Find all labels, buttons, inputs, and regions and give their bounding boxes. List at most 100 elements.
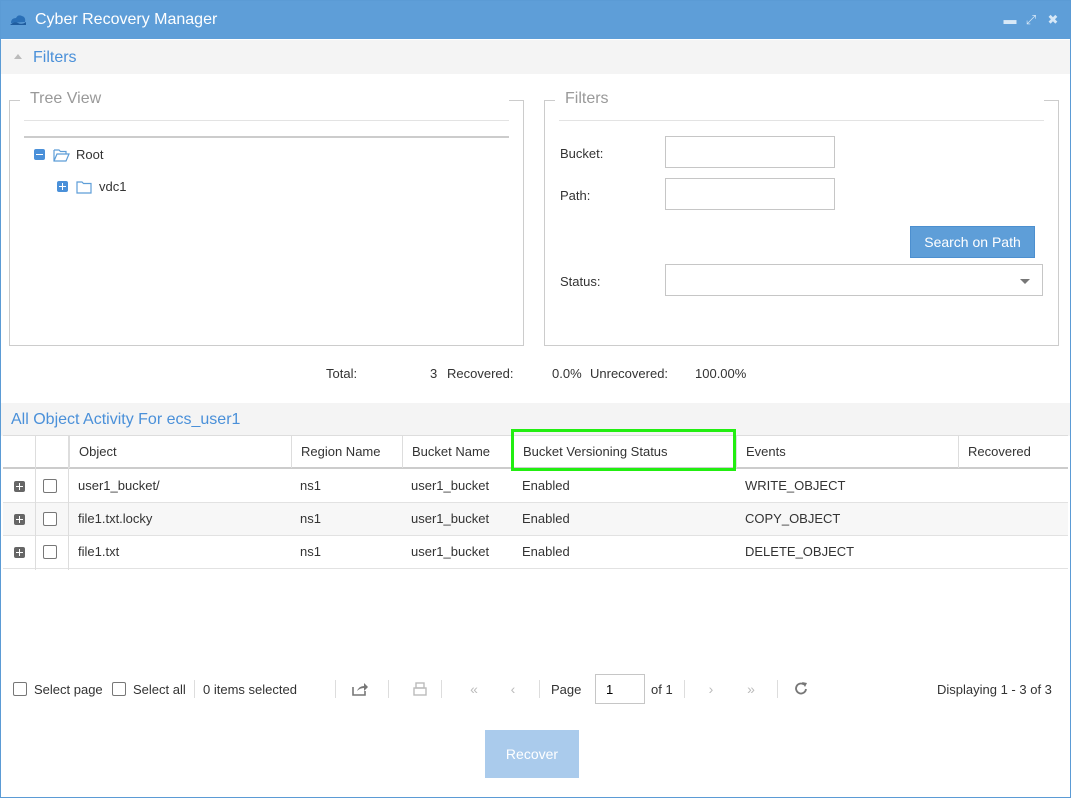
first-page-icon[interactable]: « [465, 681, 483, 697]
collapse-minus-icon[interactable] [34, 149, 45, 160]
collapse-caret-icon[interactable] [14, 54, 22, 59]
tree-node-vdc1[interactable]: vdc1 [57, 179, 126, 194]
column-header-recovered[interactable]: Recovered [958, 436, 1068, 468]
cell-object: file1.txt [78, 544, 120, 559]
column-header-bucket-name[interactable]: Bucket Name [402, 436, 513, 468]
column-header-region-name[interactable]: Region Name [291, 436, 402, 468]
select-page-label[interactable]: Select page [34, 682, 103, 697]
filters-legend: Filters [561, 90, 613, 108]
cell-bucket: user1_bucket [411, 544, 490, 559]
export-icon[interactable] [351, 681, 369, 697]
expand-row-icon[interactable] [14, 481, 25, 492]
cell-object: user1_bucket/ [78, 478, 160, 493]
pager-separator [194, 680, 195, 698]
unrecovered-label: Unrecovered: [590, 366, 669, 381]
cell-versioning: Enabled [522, 511, 570, 526]
cell-recovered [958, 470, 967, 502]
cell-event: WRITE_OBJECT [745, 478, 846, 493]
folder-open-icon [53, 148, 70, 162]
last-page-icon[interactable]: » [742, 681, 760, 697]
cell-versioning: Enabled [522, 544, 570, 559]
pager-separator [335, 680, 336, 698]
cell-recovered [958, 503, 967, 535]
path-input[interactable] [665, 178, 835, 210]
displaying-range-text: Displaying 1 - 3 of 3 [937, 682, 1052, 697]
cell-region: ns1 [300, 544, 321, 559]
app-window: Cyber Recovery Manager ▬ ⤢ ✖ Filters Tre… [0, 0, 1071, 798]
print-icon[interactable] [411, 681, 429, 697]
cell-versioning: Enabled [522, 478, 570, 493]
row-checkbox[interactable] [43, 545, 57, 559]
items-selected-text: 0 items selected [203, 682, 297, 697]
page-number-input[interactable] [595, 674, 645, 704]
table-row[interactable]: file1.txt.locky ns1 user1_bucket Enabled… [3, 503, 1068, 536]
filters-divider [559, 120, 1044, 121]
bucket-label: Bucket: [560, 146, 604, 161]
expand-row-icon[interactable] [14, 547, 25, 558]
filters-panel-header[interactable]: Filters [1, 40, 1070, 74]
tree-node-label[interactable]: vdc1 [99, 179, 126, 194]
filters-panel-label[interactable]: Filters [33, 49, 77, 67]
pager-separator [539, 680, 540, 698]
column-header-object[interactable]: Object [69, 436, 291, 468]
expand-row-icon[interactable] [14, 514, 25, 525]
legend-line [1044, 100, 1059, 101]
folder-icon [76, 180, 92, 194]
tree-view-legend: Tree View [26, 90, 106, 108]
recover-button[interactable]: Recover [485, 730, 579, 778]
status-label: Status: [560, 274, 601, 289]
previous-page-icon[interactable]: ‹ [504, 681, 522, 697]
search-on-path-button[interactable]: Search on Path [910, 226, 1035, 258]
row-checkbox[interactable] [43, 479, 57, 493]
pager-separator [684, 680, 685, 698]
minimize-icon[interactable]: ▬ [1003, 13, 1017, 27]
row-checkbox[interactable] [43, 512, 57, 526]
column-header-bucket-versioning-status[interactable]: Bucket Versioning Status [513, 436, 736, 468]
page-label: Page [551, 682, 582, 697]
title-bar: Cyber Recovery Manager ▬ ⤢ ✖ [1, 1, 1070, 39]
cell-bucket: user1_bucket [411, 478, 490, 493]
grid-title: All Object Activity For ecs_user1 [11, 411, 241, 428]
maximize-icon[interactable]: ⤢ [1024, 13, 1038, 27]
bucket-input[interactable] [665, 136, 835, 168]
cell-event: COPY_OBJECT [745, 511, 841, 526]
pager-separator [777, 680, 778, 698]
chevron-down-icon[interactable] [1020, 279, 1030, 284]
expand-plus-icon[interactable] [57, 181, 68, 192]
column-divider [68, 436, 69, 570]
grid-header: Object Region Name Bucket Name Bucket Ve… [3, 435, 1068, 469]
close-icon[interactable]: ✖ [1046, 13, 1060, 27]
tree-view-box: Tree View Root vdc1 [9, 90, 524, 346]
recovered-label: Recovered: [447, 366, 514, 381]
cloud-app-icon [10, 15, 26, 25]
cell-bucket: user1_bucket [411, 511, 490, 526]
tree-node-root[interactable]: Root [34, 147, 103, 162]
column-divider [35, 436, 36, 570]
status-select[interactable] [665, 264, 1043, 296]
next-page-icon[interactable]: › [702, 681, 720, 697]
total-label: Total: [326, 366, 358, 381]
cell-event: DELETE_OBJECT [745, 544, 855, 559]
grid-pager: Select page Select all 0 items selected … [1, 671, 1070, 707]
select-all-label[interactable]: Select all [133, 682, 186, 697]
pager-separator [441, 680, 442, 698]
cell-recovered [958, 536, 967, 568]
cell-object: file1.txt.locky [78, 511, 153, 526]
filters-box: Filters Bucket: Path: Search on Path Sta… [544, 90, 1059, 346]
window-title: Cyber Recovery Manager [35, 11, 218, 28]
tree-node-label[interactable]: Root [76, 147, 103, 162]
table-row[interactable]: file1.txt ns1 user1_bucket Enabled DELET… [3, 536, 1068, 569]
column-header-events[interactable]: Events [736, 436, 958, 468]
grid-section-header: All Object Activity For ecs_user1 [1, 403, 1070, 436]
page-count-label: of 1 [651, 682, 673, 697]
recovered-value: 0.0% [552, 366, 582, 381]
select-all-checkbox[interactable] [112, 682, 126, 696]
unrecovered-value: 100.00% [695, 366, 747, 381]
tree-divider-dark [24, 136, 509, 138]
select-page-checkbox[interactable] [13, 682, 27, 696]
table-row[interactable]: user1_bucket/ ns1 user1_bucket Enabled W… [3, 470, 1068, 503]
refresh-icon[interactable] [792, 681, 810, 697]
cell-region: ns1 [300, 511, 321, 526]
cell-region: ns1 [300, 478, 321, 493]
path-label: Path: [560, 188, 591, 203]
